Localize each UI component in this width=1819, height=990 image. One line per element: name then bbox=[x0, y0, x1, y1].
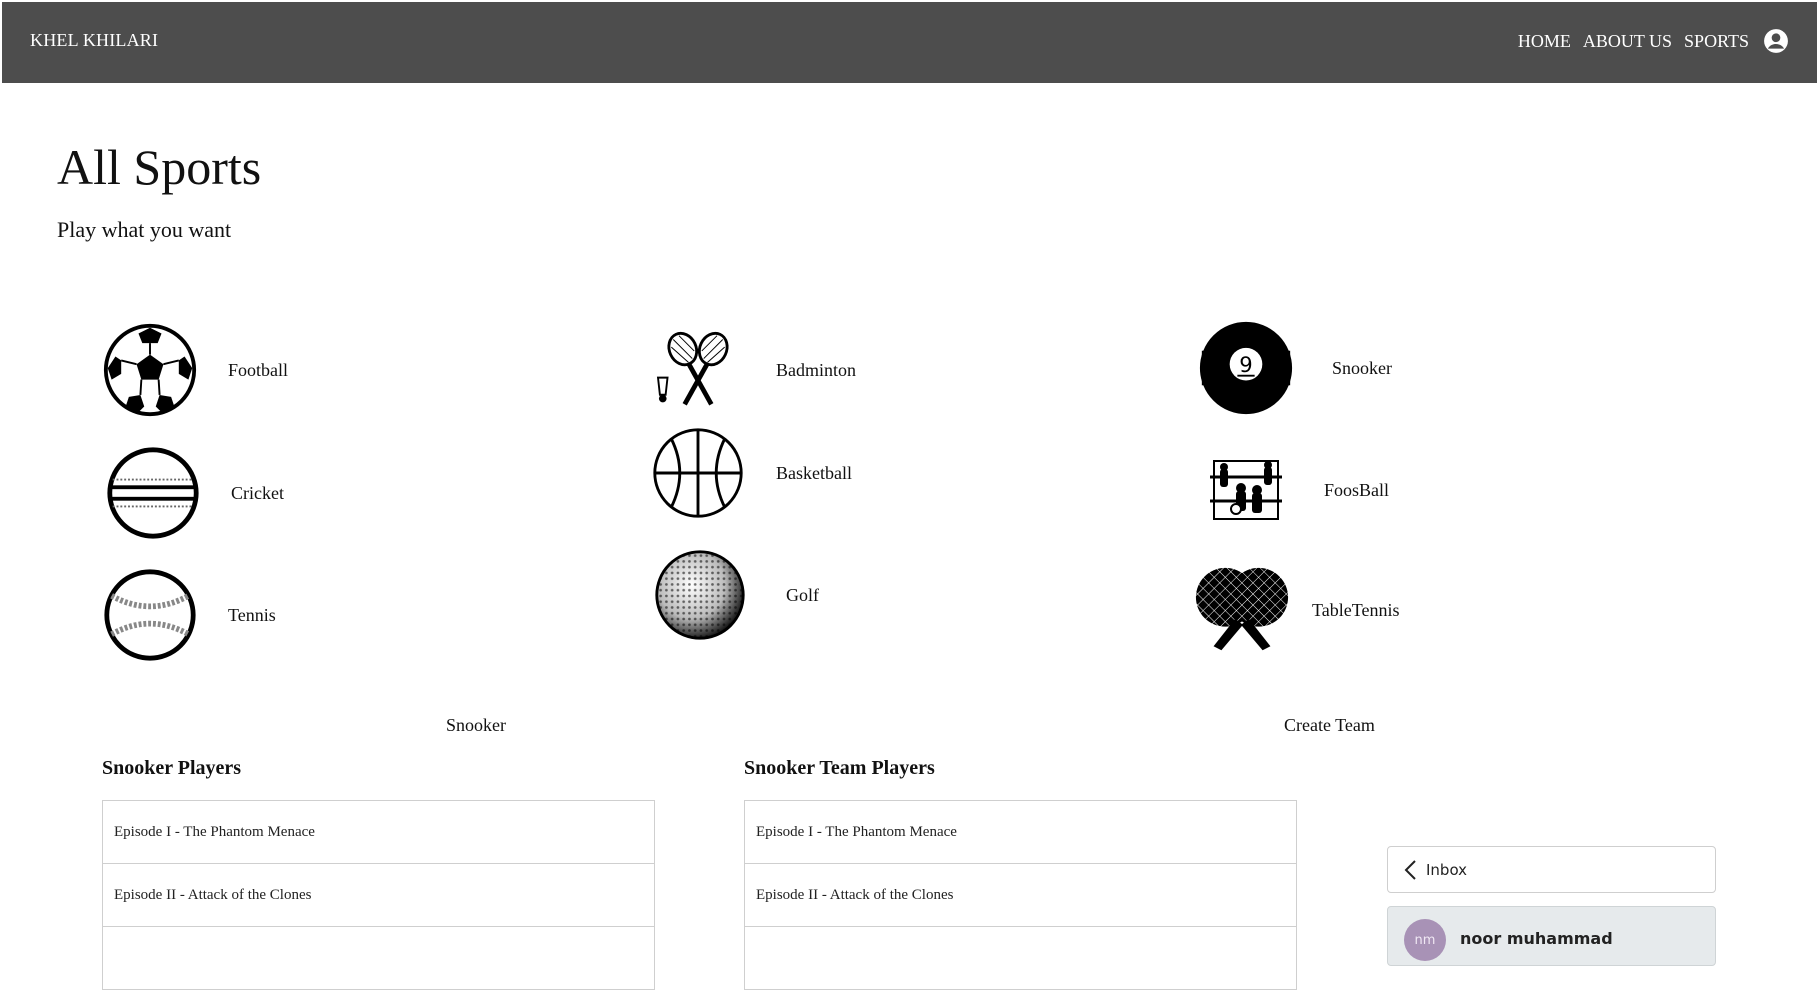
brand-logo[interactable]: KHEL KHILARI bbox=[30, 30, 158, 51]
sport-label: Cricket bbox=[231, 482, 284, 503]
players-list-title: Snooker Players bbox=[102, 757, 242, 779]
cricket-ball-icon bbox=[103, 443, 203, 543]
svg-text:9: 9 bbox=[1239, 352, 1252, 377]
sport-label: Golf bbox=[786, 584, 819, 605]
list-item[interactable]: Episode II - Attack of the Clones bbox=[745, 864, 1296, 927]
sport-item-foosball[interactable]: FoosBall bbox=[1196, 440, 1389, 540]
team-list-title: Snooker Team Players bbox=[744, 757, 935, 779]
sport-label: Football bbox=[228, 359, 289, 380]
sport-label: Badminton bbox=[776, 359, 856, 380]
nav-home-link[interactable]: HOME bbox=[1518, 31, 1571, 52]
nav-sports-link[interactable]: SPORTS bbox=[1684, 31, 1749, 52]
chat-contact-card[interactable]: nm noor muhammad bbox=[1387, 906, 1716, 966]
page-subtitle: Play what you want bbox=[57, 217, 232, 242]
chevron-left-icon bbox=[1404, 859, 1416, 880]
avatar: nm bbox=[1404, 919, 1446, 961]
sport-item-tabletennis[interactable]: TableTennis bbox=[1192, 560, 1399, 660]
sport-label: FoosBall bbox=[1324, 479, 1390, 500]
sport-label: Basketball bbox=[776, 462, 852, 483]
sport-item-basketball[interactable]: Basketball bbox=[648, 423, 852, 523]
sport-label: TableTennis bbox=[1312, 599, 1400, 620]
inbox-back-button[interactable]: Inbox bbox=[1387, 846, 1716, 893]
list-item[interactable]: Episode II - Attack of the Clones bbox=[103, 864, 654, 927]
list-item[interactable] bbox=[745, 927, 1296, 990]
sport-item-cricket[interactable]: Cricket bbox=[103, 443, 284, 543]
badminton-icon bbox=[648, 320, 748, 420]
top-navbar: KHEL KHILARI HOME ABOUT US SPORTS bbox=[2, 2, 1817, 83]
nav-links: HOME ABOUT US SPORTS bbox=[1518, 28, 1789, 54]
sport-label: Tennis bbox=[228, 604, 276, 625]
sport-item-snooker[interactable]: 9 Snooker bbox=[1196, 318, 1392, 418]
inbox-label: Inbox bbox=[1426, 860, 1468, 879]
page-title: All Sports bbox=[57, 139, 262, 195]
sport-label: Snooker bbox=[1332, 357, 1392, 378]
sport-item-badminton[interactable]: Badminton bbox=[648, 320, 856, 420]
golf-ball-icon bbox=[650, 545, 750, 645]
account-circle-icon[interactable] bbox=[1763, 28, 1789, 54]
list-item[interactable] bbox=[103, 927, 654, 990]
foosball-icon bbox=[1196, 440, 1296, 540]
list-item[interactable]: Episode I - The Phantom Menace bbox=[745, 801, 1296, 864]
sport-item-tennis[interactable]: Tennis bbox=[100, 565, 276, 665]
football-icon bbox=[100, 320, 200, 420]
tennis-ball-icon bbox=[100, 565, 200, 665]
players-list: Episode I - The Phantom Menace Episode I… bbox=[102, 800, 655, 990]
contact-name: noor muhammad bbox=[1460, 929, 1613, 948]
selected-sport-label[interactable]: Snooker bbox=[446, 715, 506, 736]
table-tennis-icon bbox=[1192, 560, 1292, 660]
basketball-icon bbox=[648, 423, 748, 523]
sport-item-golf[interactable]: Golf bbox=[650, 545, 819, 645]
sport-item-football[interactable]: Football bbox=[100, 320, 288, 420]
list-item[interactable]: Episode I - The Phantom Menace bbox=[103, 801, 654, 864]
create-team-button[interactable]: Create Team bbox=[1284, 715, 1375, 736]
snooker-ball-icon: 9 bbox=[1196, 318, 1296, 418]
team-players-list: Episode I - The Phantom Menace Episode I… bbox=[744, 800, 1297, 990]
nav-about-link[interactable]: ABOUT US bbox=[1583, 31, 1672, 52]
